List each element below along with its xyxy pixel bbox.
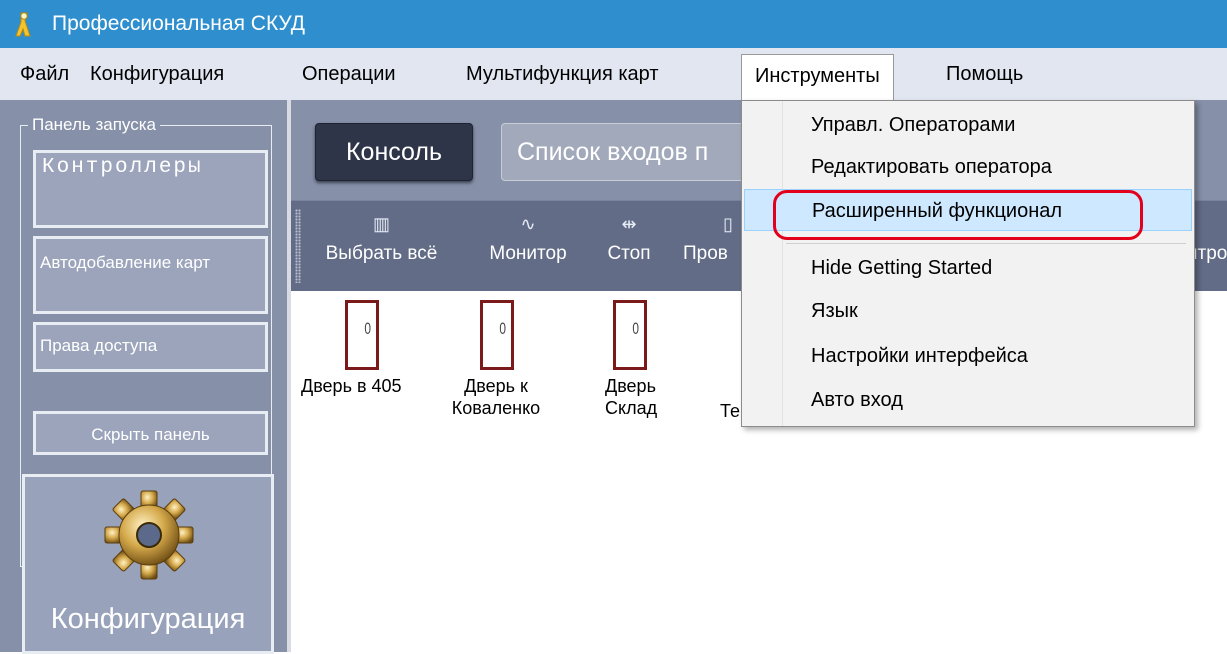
- door-icon: 0: [345, 300, 379, 370]
- menu-bar: Файл Конфигурация Операции Мультифункция…: [0, 48, 1227, 100]
- check-icon: ▯: [723, 214, 733, 234]
- menu-tools[interactable]: Инструменты: [741, 54, 894, 100]
- door-name: Дверь в 405: [301, 376, 402, 396]
- select-all-icon: ▥: [372, 214, 390, 234]
- menu-operations[interactable]: Операции: [302, 48, 396, 100]
- tab-console[interactable]: Консоль: [315, 123, 473, 181]
- hide-panel-button[interactable]: Скрыть панель: [33, 411, 268, 455]
- door-name: Дверь Склад: [605, 376, 658, 418]
- door-name: Те: [720, 401, 740, 421]
- menu-help[interactable]: Помощь: [946, 48, 1023, 100]
- toolbar-grip[interactable]: [295, 209, 301, 283]
- controllers-button[interactable]: Контроллеры: [33, 150, 268, 228]
- menu-item-interface-settings[interactable]: Настройки интерфейса: [744, 335, 1192, 377]
- menu-file[interactable]: Файл: [20, 48, 69, 100]
- door-icon: 0: [613, 300, 647, 370]
- monitor-icon: ∿: [520, 214, 536, 234]
- key-icon: [15, 12, 31, 37]
- menu-item-edit-operator[interactable]: Редактировать оператора: [744, 146, 1192, 188]
- menu-configuration[interactable]: Конфигурация: [90, 48, 224, 100]
- menu-separator: [786, 243, 1186, 244]
- configuration-tile[interactable]: Конфигурация: [22, 474, 274, 654]
- menu-card-multifunction[interactable]: Мультифункция карт: [466, 48, 659, 100]
- autoadd-cards-button[interactable]: Автодобавление карт: [33, 236, 268, 314]
- check-button[interactable]: ▯ Пров: [683, 201, 743, 291]
- menu-item-hide-getting-started[interactable]: Hide Getting Started: [744, 247, 1192, 289]
- highlight-annotation: [773, 190, 1143, 240]
- door-name: Дверь к Коваленко: [451, 376, 541, 418]
- title-bar: Профессиональная СКУД: [0, 0, 1227, 48]
- launch-panel-caption: Панель запуска: [28, 114, 160, 136]
- menu-item-auto-login[interactable]: Авто вход: [744, 379, 1192, 421]
- door-icon: 0: [480, 300, 514, 370]
- gear-icon: [104, 490, 194, 580]
- stop-icon: ⇹: [621, 214, 637, 234]
- menu-item-language[interactable]: Язык: [744, 290, 1192, 332]
- tools-dropdown-menu: Управл. Операторами Редактировать операт…: [741, 100, 1195, 427]
- menu-item-manage-operators[interactable]: Управл. Операторами: [744, 104, 1192, 146]
- window-title: Профессиональная СКУД: [52, 12, 306, 35]
- access-rights-button[interactable]: Права доступа: [33, 322, 268, 372]
- monitor-button[interactable]: ∿ Монитор: [483, 201, 573, 291]
- configuration-label: Конфигурация: [50, 603, 246, 635]
- stop-button[interactable]: ⇹ Стоп: [601, 201, 657, 291]
- select-all-button[interactable]: ▥ Выбрать всё: [319, 201, 444, 291]
